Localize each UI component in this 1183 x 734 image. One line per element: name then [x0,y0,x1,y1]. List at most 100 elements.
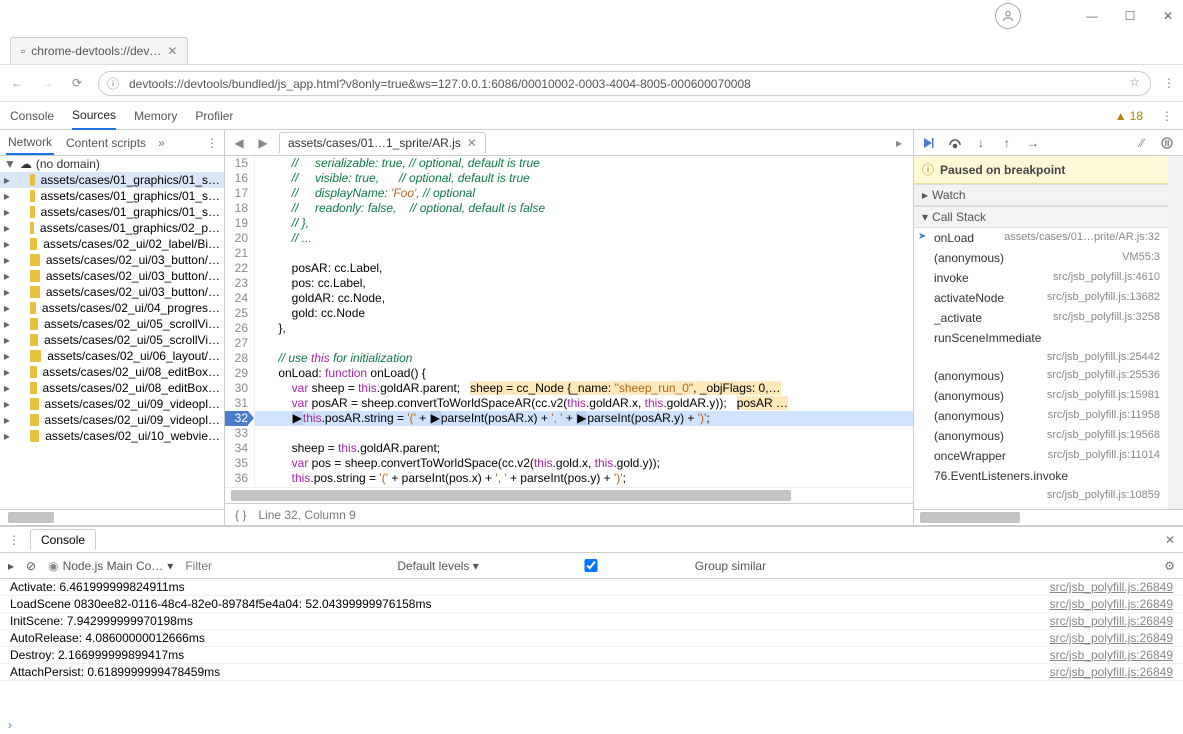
close-icon[interactable]: ✕ [467,136,477,150]
callstack-frame[interactable]: (anonymous)src/jsb_polyfill.js:25536 [914,366,1168,386]
callstack-frame[interactable]: _activatesrc/jsb_polyfill.js:3258 [914,308,1168,328]
editor-file-tab[interactable]: assets/cases/01…1_sprite/AR.js ✕ [279,132,486,153]
address-bar[interactable]: ⓘ devtools://devtools/bundled/js_app.htm… [98,71,1151,96]
bookmark-star-icon[interactable]: ☆ [1129,75,1140,89]
navigator-folder[interactable]: ▸assets/cases/02_ui/09_videopl… [0,396,224,412]
navigator-folder[interactable]: ▸assets/cases/02_ui/05_scrollVi… [0,332,224,348]
callstack-frame[interactable]: activateNodesrc/jsb_polyfill.js:13682 [914,288,1168,308]
drawer-tab-console[interactable]: Console [30,529,96,550]
pause-exceptions-icon[interactable] [1161,137,1175,149]
navigator-folder[interactable]: ▸assets/cases/02_ui/08_editBox… [0,364,224,380]
clear-console-icon[interactable]: ⊘ [26,559,36,573]
browser-menu-icon[interactable]: ⋮ [1163,76,1175,90]
log-source-link[interactable]: src/jsb_polyfill.js:26849 [1050,631,1173,645]
callstack-frame[interactable]: (anonymous)src/jsb_polyfill.js:15981 [914,386,1168,406]
callstack-frame[interactable]: onceWrappersrc/jsb_polyfill.js:11014 [914,446,1168,466]
expand-triangle-icon[interactable]: ▸ [4,269,10,283]
navigator-folder[interactable]: ▸assets/cases/02_ui/05_scrollVi… [0,316,224,332]
callstack-frame[interactable]: src/jsb_polyfill.js:25442 [914,348,1168,366]
navigator-folder[interactable]: ▸assets/cases/02_ui/03_button/… [0,268,224,284]
group-similar-checkbox[interactable]: Group similar [491,559,766,573]
devtools-tab-sources[interactable]: Sources [72,102,116,130]
step-into-icon[interactable]: ↓ [974,136,988,150]
expand-triangle-icon[interactable]: ▸ [4,381,10,395]
callstack-frame[interactable]: (anonymous)VM55:3 [914,248,1168,268]
navigator-folder[interactable]: ▸assets/cases/02_ui/04_progres… [0,300,224,316]
navigator-menu-icon[interactable]: ⋮ [206,136,218,150]
expand-triangle-icon[interactable]: ▸ [4,221,10,235]
console-settings-icon[interactable]: ⚙ [1164,559,1175,573]
navigator-folder[interactable]: ▸assets/cases/01_graphics/02_p… [0,220,224,236]
expand-triangle-icon[interactable]: ▼ [4,157,16,171]
expand-triangle-icon[interactable]: ▸ [4,397,10,411]
console-filter-input[interactable] [185,559,385,573]
code-editor[interactable]: // serializable: true, // optional, defa… [255,156,913,487]
editor-history-back-icon[interactable]: ◀ [231,136,247,150]
editor-history-fwd-icon[interactable]: ▶ [255,136,271,150]
reload-icon[interactable]: ⟳ [68,76,86,90]
devtools-tab-profiler[interactable]: Profiler [195,103,233,129]
navigator-folder[interactable]: ▸assets/cases/02_ui/02_label/Bi… [0,236,224,252]
right-v-scrollbar[interactable] [1168,156,1183,509]
expand-triangle-icon[interactable]: ▸ [4,189,10,203]
devtools-tab-memory[interactable]: Memory [134,103,177,129]
expand-triangle-icon[interactable]: ▸ [4,301,10,315]
browser-tab[interactable]: ▫ chrome-devtools://dev… ✕ [10,37,188,64]
expand-triangle-icon[interactable]: ▸ [4,413,10,427]
navigator-folder[interactable]: ▸assets/cases/02_ui/08_editBox… [0,380,224,396]
expand-triangle-icon[interactable]: ▸ [4,317,10,331]
tab-close-icon[interactable]: ✕ [167,44,177,58]
navigator-h-scrollbar[interactable] [0,509,224,525]
drawer-menu-icon[interactable]: ⋮ [8,533,20,547]
navigator-folder[interactable]: ▸assets/cases/01_graphics/01_s… [0,172,224,188]
navigator-tab-content-scripts[interactable]: Content scripts [64,132,148,154]
back-icon[interactable]: ← [8,76,26,90]
navigator-root[interactable]: ▼ ☁ (no domain) [0,156,224,172]
log-source-link[interactable]: src/jsb_polyfill.js:26849 [1050,648,1173,662]
navigator-folder[interactable]: ▸assets/cases/02_ui/10_webvie… [0,428,224,444]
expand-triangle-icon[interactable]: ▸ [4,173,10,187]
navigator-folder[interactable]: ▸assets/cases/02_ui/09_videopl… [0,412,224,428]
editor-h-scrollbar[interactable] [225,487,913,503]
deactivate-breakpoints-icon[interactable]: ⁄⁄ [1135,136,1149,150]
callstack-frame[interactable]: onLoadassets/cases/01…prite/AR.js:32 [914,228,1168,248]
callstack-frame[interactable]: (anonymous)src/jsb_polyfill.js:19568 [914,426,1168,446]
expand-triangle-icon[interactable]: ▸ [4,237,10,251]
console-sidebar-toggle-icon[interactable]: ▸ [8,559,14,573]
drawer-close-icon[interactable]: ✕ [1165,533,1175,547]
navigator-folder[interactable]: ▸assets/cases/01_graphics/01_s… [0,188,224,204]
navigator-folder[interactable]: ▸assets/cases/02_ui/03_button/… [0,284,224,300]
log-source-link[interactable]: src/jsb_polyfill.js:26849 [1050,580,1173,594]
expand-triangle-icon[interactable]: ▸ [4,285,10,299]
callstack-frame[interactable]: invokesrc/jsb_polyfill.js:4610 [914,268,1168,288]
window-minimize-icon[interactable]: — [1085,9,1099,23]
navigator-tab-network[interactable]: Network [6,131,54,155]
step-over-icon[interactable] [948,137,962,149]
right-h-scrollbar[interactable] [914,509,1183,525]
console-prompt[interactable]: › [0,716,1183,734]
expand-triangle-icon[interactable]: ▸ [4,333,10,347]
expand-triangle-icon[interactable]: ▸ [4,205,10,219]
expand-triangle-icon[interactable]: ▸ [4,365,10,379]
callstack-section-header[interactable]: ▾ Call Stack [914,206,1168,228]
user-avatar-icon[interactable] [995,3,1021,29]
expand-triangle-icon[interactable]: ▸ [4,253,10,267]
log-level-selector[interactable]: Default levels ▾ [397,559,478,573]
step-icon[interactable]: → [1026,136,1040,150]
watch-section-header[interactable]: ▸ Watch [914,184,1168,206]
context-selector[interactable]: ◉ Node.js Main Co… ▾ [48,559,173,573]
log-source-link[interactable]: src/jsb_polyfill.js:26849 [1050,614,1173,628]
navigator-folder[interactable]: ▸assets/cases/02_ui/06_layout/… [0,348,224,364]
devtools-menu-icon[interactable]: ⋮ [1161,109,1173,123]
log-source-link[interactable]: src/jsb_polyfill.js:26849 [1050,665,1173,679]
window-close-icon[interactable]: ✕ [1161,9,1175,23]
log-source-link[interactable]: src/jsb_polyfill.js:26849 [1050,597,1173,611]
navigator-more-tabs-icon[interactable]: » [158,136,165,150]
resume-icon[interactable] [922,137,936,149]
expand-triangle-icon[interactable]: ▸ [4,429,10,443]
navigator-folder[interactable]: ▸assets/cases/02_ui/03_button/… [0,252,224,268]
callstack-frame[interactable]: src/jsb_polyfill.js:10859 [914,486,1168,504]
callstack-frame[interactable]: 76.EventListeners.invoke [914,466,1168,486]
site-info-icon[interactable]: ⓘ [107,75,119,92]
navigator-folder[interactable]: ▸assets/cases/01_graphics/01_s… [0,204,224,220]
